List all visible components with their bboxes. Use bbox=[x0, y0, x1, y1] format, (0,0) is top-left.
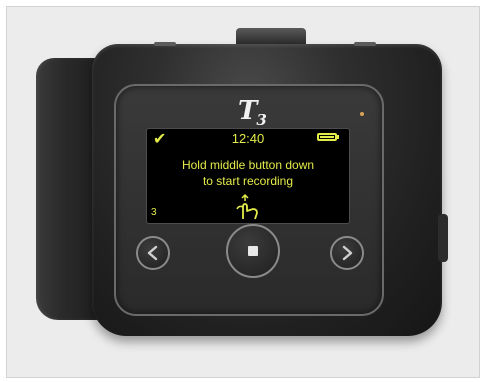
chevron-right-icon bbox=[342, 245, 353, 261]
top-connector bbox=[236, 28, 306, 44]
indicator-led bbox=[360, 112, 364, 116]
recorder-device: T3 ✔ 12:40 Hold middle button down to st… bbox=[36, 28, 448, 336]
stop-square-icon bbox=[248, 246, 258, 256]
side-button[interactable] bbox=[438, 214, 448, 262]
device-faceplate: T3 ✔ 12:40 Hold middle button down to st… bbox=[114, 84, 384, 316]
top-slot-right bbox=[354, 42, 376, 46]
instruction-line-2: to start recording bbox=[202, 174, 294, 188]
instruction-line-1: Hold middle button down bbox=[181, 158, 315, 172]
record-button[interactable] bbox=[226, 224, 280, 278]
next-button[interactable] bbox=[330, 236, 364, 270]
press-hand-icon bbox=[236, 193, 258, 220]
battery-tip bbox=[337, 135, 339, 139]
device-screen: ✔ 12:40 Hold middle button down to start… bbox=[146, 128, 350, 224]
instruction-text: Hold middle button down to start recordi… bbox=[147, 157, 349, 189]
top-slot-left bbox=[154, 42, 176, 46]
chevron-left-icon bbox=[147, 245, 158, 261]
screen-counter: 3 bbox=[151, 207, 157, 218]
previous-button[interactable] bbox=[136, 236, 170, 270]
battery-icon bbox=[317, 133, 337, 141]
brand-logo: T3 bbox=[238, 96, 267, 130]
